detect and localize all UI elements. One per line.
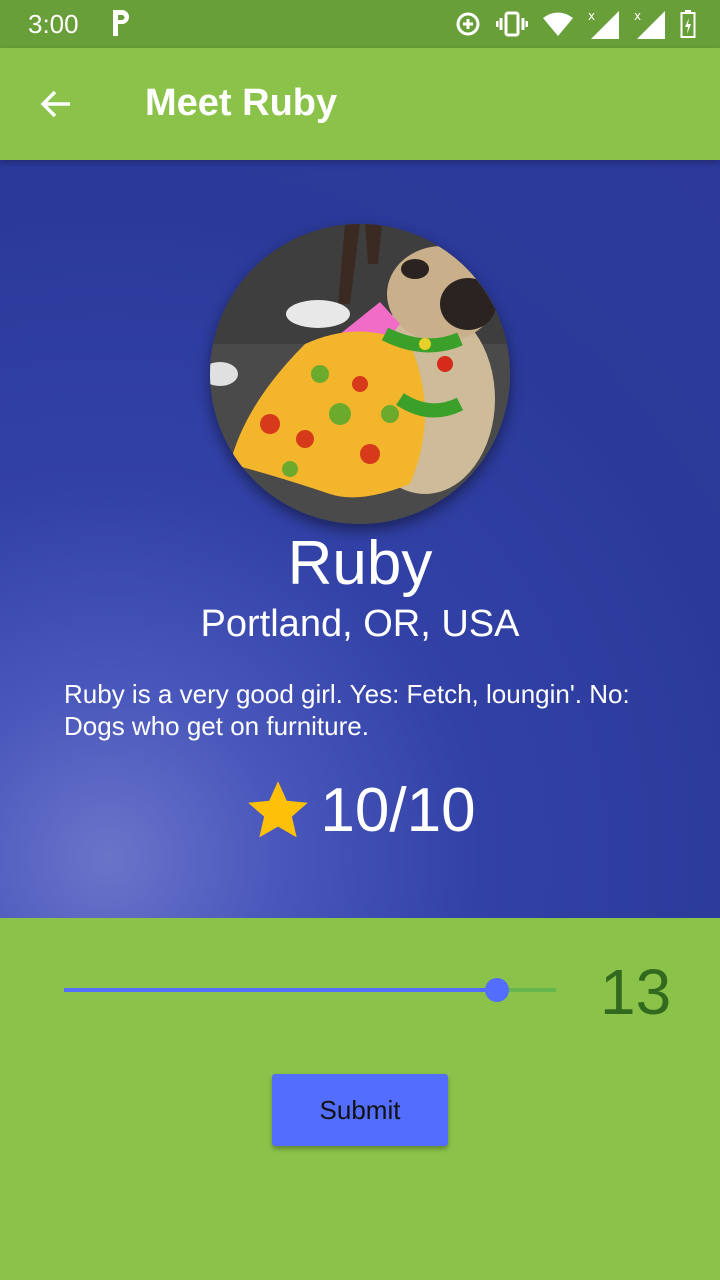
slider-track: [64, 988, 497, 992]
rating: 10/10: [0, 775, 720, 846]
rating-value: 10/10: [320, 776, 476, 845]
dog-location: Portland, OR, USA: [200, 603, 520, 645]
back-button[interactable]: [32, 80, 80, 128]
status-icons: x x: [454, 8, 696, 40]
dog-name: Ruby: [287, 529, 433, 598]
dog-profile-card: Ruby Portland, OR, USA Ruby is a very go…: [0, 160, 720, 918]
status-time: 3:00: [28, 9, 79, 39]
svg-text:x: x: [588, 9, 595, 23]
data-saver-icon: [456, 12, 480, 36]
svg-text:x: x: [634, 9, 641, 23]
arrow-back-icon: [40, 90, 70, 118]
app-bar: Meet Ruby: [0, 48, 720, 160]
slider-value: 13: [600, 956, 672, 1028]
dog-description: Ruby is a very good girl. Yes: Fetch, lo…: [64, 679, 630, 741]
wifi-icon: [543, 12, 573, 36]
rating-slider[interactable]: [64, 972, 556, 1008]
vibrate-icon: [496, 11, 528, 37]
dog-avatar: [210, 224, 510, 524]
battery-icon: [680, 10, 696, 38]
status-bar: 3:00 x x: [0, 0, 720, 48]
dog-photo: [210, 224, 510, 524]
signal-icon-2: x: [634, 9, 665, 39]
signal-icon: x: [588, 9, 619, 39]
parking-notification-icon: [113, 10, 129, 36]
slider-thumb[interactable]: [484, 978, 509, 1002]
star-icon: [248, 780, 309, 837]
submit-button[interactable]: Submit: [272, 1074, 448, 1146]
page-title: Meet Ruby: [145, 82, 338, 124]
